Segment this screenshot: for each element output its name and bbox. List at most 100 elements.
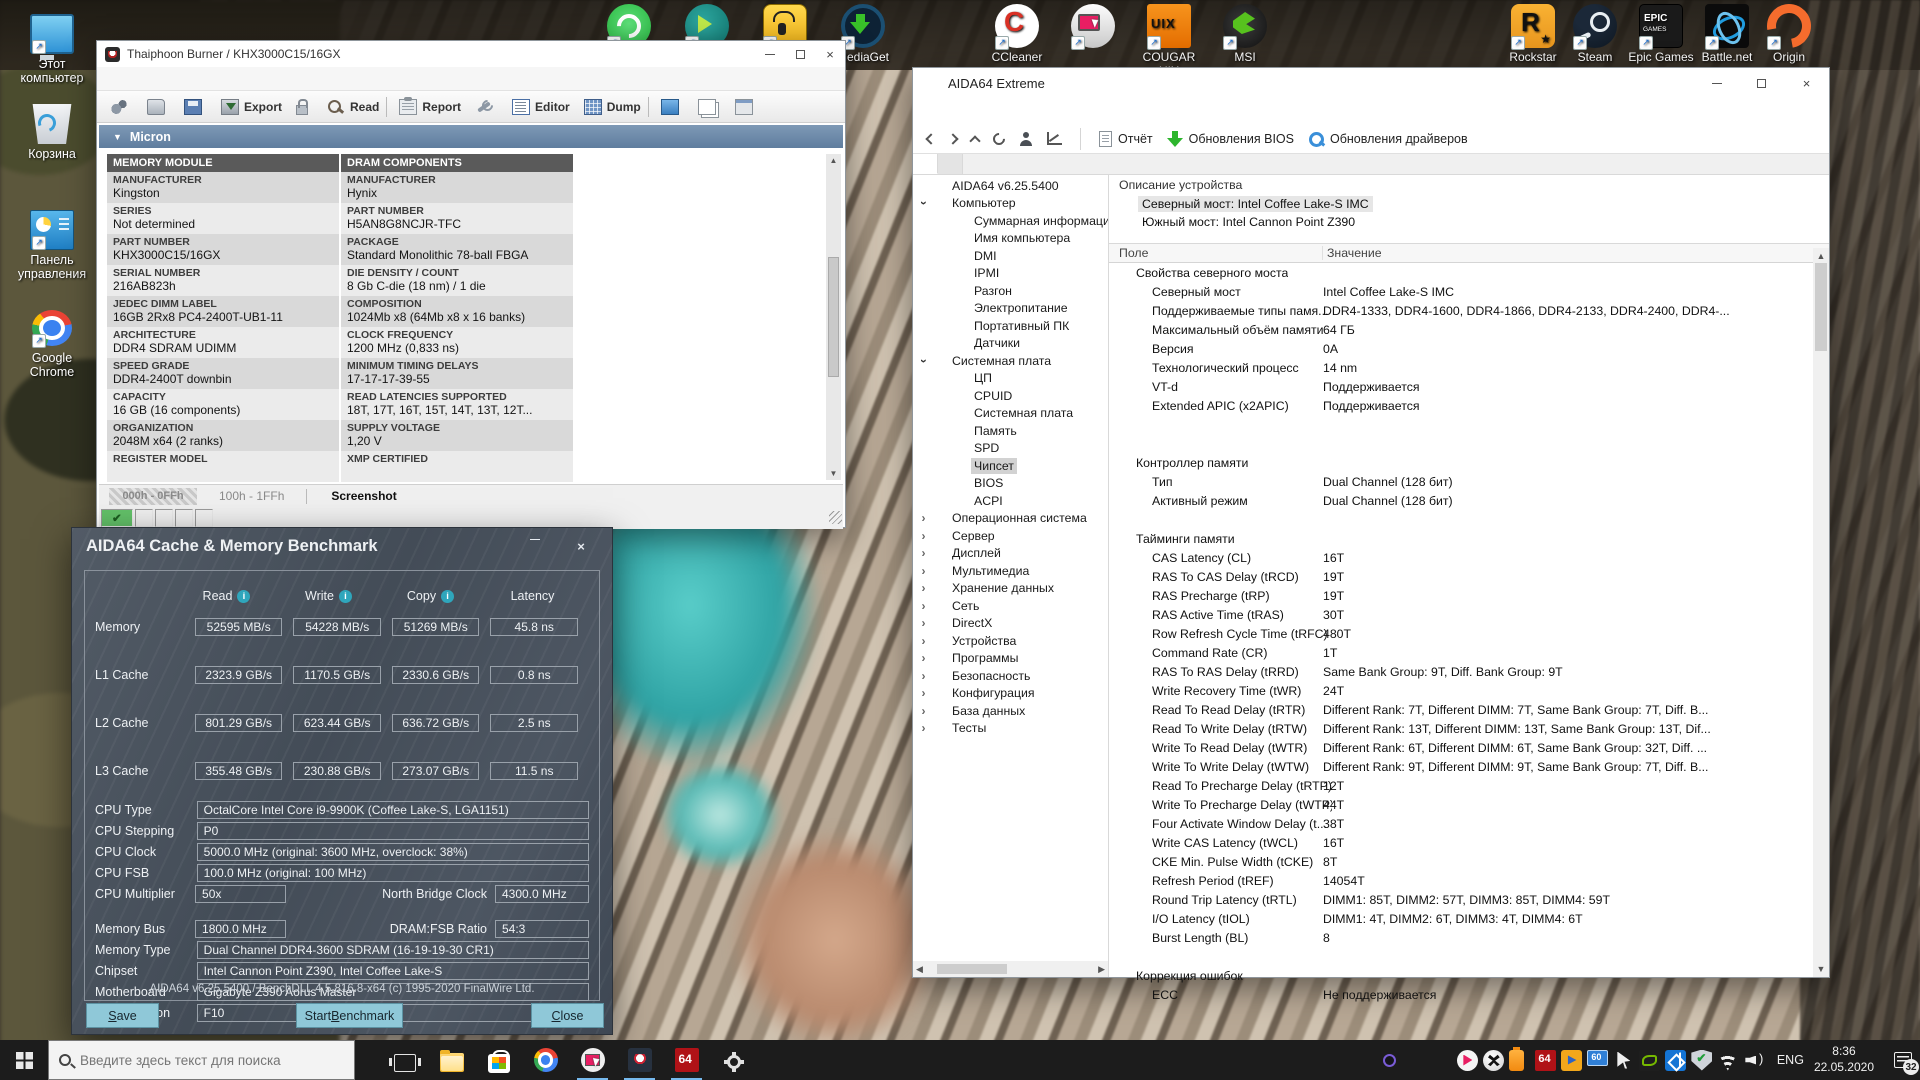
tree-expander-icon[interactable] [917,723,930,733]
scroll-up-icon[interactable]: ▲ [1817,251,1826,261]
tree-expander-icon[interactable] [917,356,930,366]
tree-expander-icon[interactable] [917,688,930,698]
scrollbar-thumb[interactable] [937,964,1007,974]
tree-item[interactable]: Конфигурация [913,685,1108,703]
tree-item[interactable]: Системная плата [913,405,1108,423]
property-row[interactable]: CAS Latency (CL) 16T [1109,548,1829,567]
tree-item[interactable]: AIDA64 v6.25.5400 [913,177,1108,195]
vertical-scrollbar[interactable]: ▲ ▼ [1813,248,1829,977]
toolbar-button[interactable]: Editor [505,96,577,118]
search-input[interactable] [80,1053,344,1068]
close-button[interactable]: × [558,539,604,554]
property-row[interactable]: Row Refresh Cycle Time (tRFC) 480T [1109,624,1829,643]
tray-icon[interactable] [1717,1050,1738,1071]
property-row[interactable]: Технологический процесс 14 nm [1109,358,1829,377]
taskbar-search[interactable] [48,1040,355,1080]
taskbar-app-button[interactable] [616,1040,663,1080]
tree-item[interactable]: ЦП [913,370,1108,388]
tray-icon[interactable] [1483,1050,1504,1071]
vendor-bar[interactable]: ▼ Micron [99,125,843,148]
chart-icon[interactable] [1047,132,1062,145]
tree-item[interactable]: IPMI [913,265,1108,283]
horizontal-scrollbar[interactable]: ◀ ▶ [913,961,1108,977]
property-row[interactable]: RAS Active Time (tRAS) 30T [1109,605,1829,624]
tray-icon[interactable] [1665,1050,1686,1071]
toolbar-button[interactable] [103,96,140,118]
property-row[interactable]: Коррекция ошибок [1109,966,1829,985]
tray-icon[interactable] [1587,1050,1608,1071]
minimize-button[interactable] [755,41,785,67]
property-row[interactable]: Контроллер памяти [1109,453,1829,472]
toolbar-button[interactable] [654,96,691,118]
tree-item[interactable]: DirectX [913,615,1108,633]
taskbar-app-button[interactable] [569,1040,616,1080]
property-row[interactable]: Extended APIC (x2APIC) Поддерживается [1109,396,1829,415]
tray-icon[interactable] [1561,1050,1582,1071]
tree-expander-icon[interactable] [917,618,930,628]
tab-screenshot[interactable]: Screenshot [307,489,420,503]
tree-item[interactable]: Сервер [913,527,1108,545]
pane-tab[interactable] [938,154,963,174]
property-row[interactable]: Four Activate Window Delay (t... 38T [1109,814,1829,833]
tree-item[interactable]: Суммарная информация [913,212,1108,230]
up-icon[interactable] [969,135,980,146]
property-row[interactable]: Write Recovery Time (tWR) 24T [1109,681,1829,700]
property-row[interactable]: RAS Precharge (tRP) 19T [1109,586,1829,605]
tree-item[interactable]: Дисплей [913,545,1108,563]
tray-icon[interactable] [1743,1050,1764,1071]
tray-icon[interactable] [1509,1050,1530,1071]
user-icon[interactable] [1019,132,1033,146]
report-button[interactable]: Отчёт [1099,131,1153,147]
benchmark-titlebar[interactable]: AIDA64 Cache & Memory Benchmark × [72,528,612,564]
tray-icon[interactable] [1691,1050,1712,1071]
info-icon[interactable]: i [339,590,352,603]
device-item[interactable]: Южный мост: Intel Cannon Point Z390 [1109,213,1829,231]
back-icon[interactable] [925,133,936,144]
field-column-header[interactable]: Поле [1109,246,1323,260]
tree-expander-icon[interactable] [917,566,930,576]
tree-item[interactable]: Устройства [913,632,1108,650]
property-row[interactable]: RAS To CAS Delay (tRCD) 19T [1109,567,1829,586]
tree-item[interactable]: Электропитание [913,300,1108,318]
tree-item[interactable]: Программы [913,650,1108,668]
tree-item[interactable]: Компьютер [913,195,1108,213]
tree-expander-icon[interactable] [917,653,930,663]
resize-grip[interactable] [829,511,842,524]
taskbar-app-button[interactable] [381,1040,428,1080]
tree-expander-icon[interactable] [917,636,930,646]
property-row[interactable]: Write To Read Delay (tWTR) Different Ran… [1109,738,1829,757]
property-row[interactable]: Read To Read Delay (tRTR) Different Rank… [1109,700,1829,719]
property-row[interactable]: ECC Не поддерживается [1109,985,1829,1004]
dialog-button[interactable]: Close [531,1003,604,1028]
tray-icon[interactable] [1613,1050,1634,1071]
pane-tab[interactable] [913,154,938,174]
property-row[interactable]: Write To Write Delay (tWTW) Different Ra… [1109,757,1829,776]
property-row[interactable]: Максимальный объём памяти 64 ГБ [1109,320,1829,339]
property-row[interactable]: VT-d Поддерживается [1109,377,1829,396]
tab-range-100h[interactable]: 100h - 1FFh [197,489,306,503]
tree-expander-icon[interactable] [917,548,930,558]
refresh-icon[interactable] [991,130,1008,147]
property-row[interactable]: Round Trip Latency (tRTL) DIMM1: 85T, DI… [1109,890,1829,909]
toolbar-button[interactable]: Read [320,96,386,118]
driver-updates-button[interactable]: Обновления драйверов [1308,131,1468,147]
tree-item[interactable]: BIOS [913,475,1108,493]
thaiphoon-titlebar[interactable]: Thaiphoon Burner / KHX3000C15/16GX × [97,41,845,67]
toolbar-button[interactable] [691,96,728,118]
tree-item[interactable]: Портативный ПК [913,317,1108,335]
close-button[interactable]: × [1784,68,1829,98]
tree-item[interactable]: Память [913,422,1108,440]
toolbar-button[interactable] [177,96,214,118]
tree-item[interactable]: База данных [913,702,1108,720]
start-button[interactable] [0,1040,48,1080]
toolbar-button[interactable] [289,99,320,115]
toolbar-button[interactable]: Report [392,96,468,118]
tree-item[interactable]: Системная плата [913,352,1108,370]
vertical-scrollbar[interactable]: ▲ ▼ [826,154,841,480]
tree-item[interactable]: Хранение данных [913,580,1108,598]
tree-expander-icon[interactable] [917,706,930,716]
tree-item[interactable]: Чипсет [913,457,1108,475]
property-row[interactable]: Поддерживаемые типы памя... DDR4-1333, D… [1109,301,1829,320]
maximize-button[interactable] [1739,68,1784,98]
maximize-button[interactable] [785,41,815,67]
